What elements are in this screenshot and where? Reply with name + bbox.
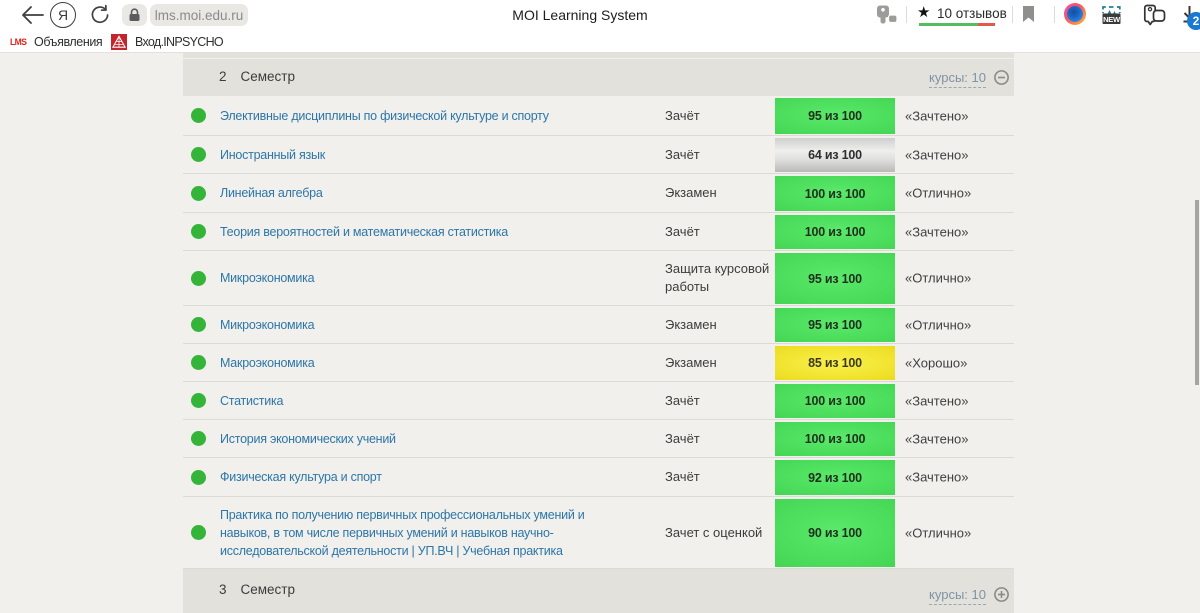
svg-text:NEW: NEW [1103,15,1121,24]
